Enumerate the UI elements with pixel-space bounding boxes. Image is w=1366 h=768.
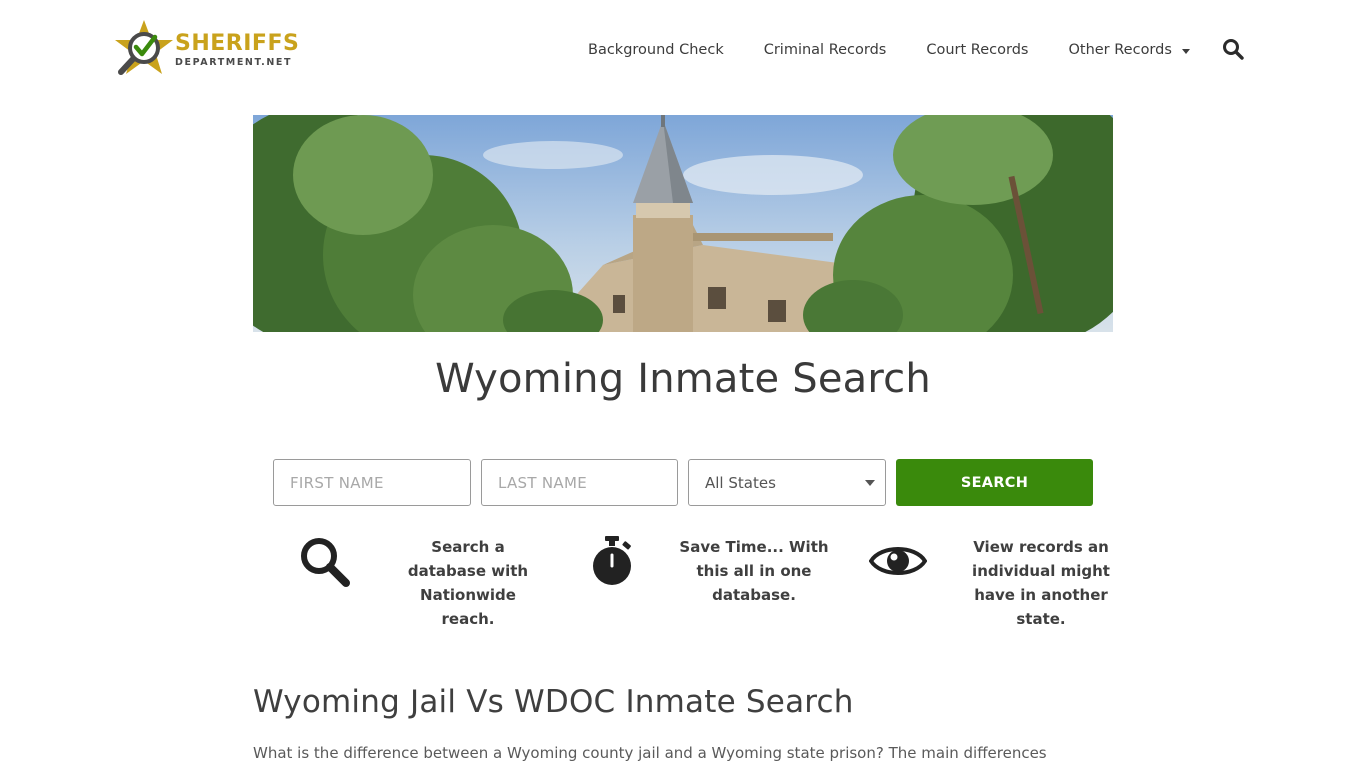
- search-icon[interactable]: [1222, 38, 1244, 60]
- first-name-input[interactable]: [290, 460, 470, 505]
- first-name-field[interactable]: [273, 459, 471, 506]
- site-header: SHERIFFS DEPARTMENT.NET Background Check…: [0, 0, 1366, 100]
- nav-other-records-label: Other Records: [1068, 42, 1172, 58]
- hero-image: [253, 115, 1113, 332]
- feature-text-save-time: Save Time... With this all in one databa…: [679, 538, 829, 604]
- section-heading: Wyoming Jail Vs WDOC Inmate Search: [253, 684, 854, 720]
- feature-text-nationwide: Search a database with Nationwide reach.: [407, 538, 529, 628]
- last-name-input[interactable]: [498, 460, 677, 505]
- site-logo[interactable]: SHERIFFS DEPARTMENT.NET: [113, 18, 303, 82]
- chevron-down-icon: [865, 479, 875, 486]
- nav-court-records[interactable]: Court Records: [926, 42, 1028, 58]
- state-select-value: All States: [705, 473, 776, 492]
- state-select[interactable]: All States: [688, 459, 886, 506]
- page-title: Wyoming Inmate Search: [435, 356, 931, 402]
- nav-criminal-records[interactable]: Criminal Records: [764, 42, 887, 58]
- logo-sub-text: DEPARTMENT.NET: [175, 56, 293, 68]
- stopwatch-icon: [589, 535, 635, 592]
- section-paragraph: What is the difference between a Wyoming…: [253, 744, 1047, 762]
- logo-star-icon: [113, 18, 177, 82]
- chevron-down-icon: [1181, 48, 1190, 54]
- main-nav: Background Check Criminal Records Court …: [588, 38, 1265, 62]
- nav-background-check[interactable]: Background Check: [588, 42, 724, 58]
- eye-icon: [868, 541, 928, 586]
- search-icon: [299, 536, 351, 593]
- search-button[interactable]: SEARCH: [896, 459, 1093, 506]
- logo-main-text: SHERIFFS: [175, 30, 300, 56]
- last-name-field[interactable]: [481, 459, 678, 506]
- feature-text-other-state: View records an individual might have in…: [972, 538, 1110, 628]
- logo-text: SHERIFFS DEPARTMENT.NET: [175, 30, 300, 68]
